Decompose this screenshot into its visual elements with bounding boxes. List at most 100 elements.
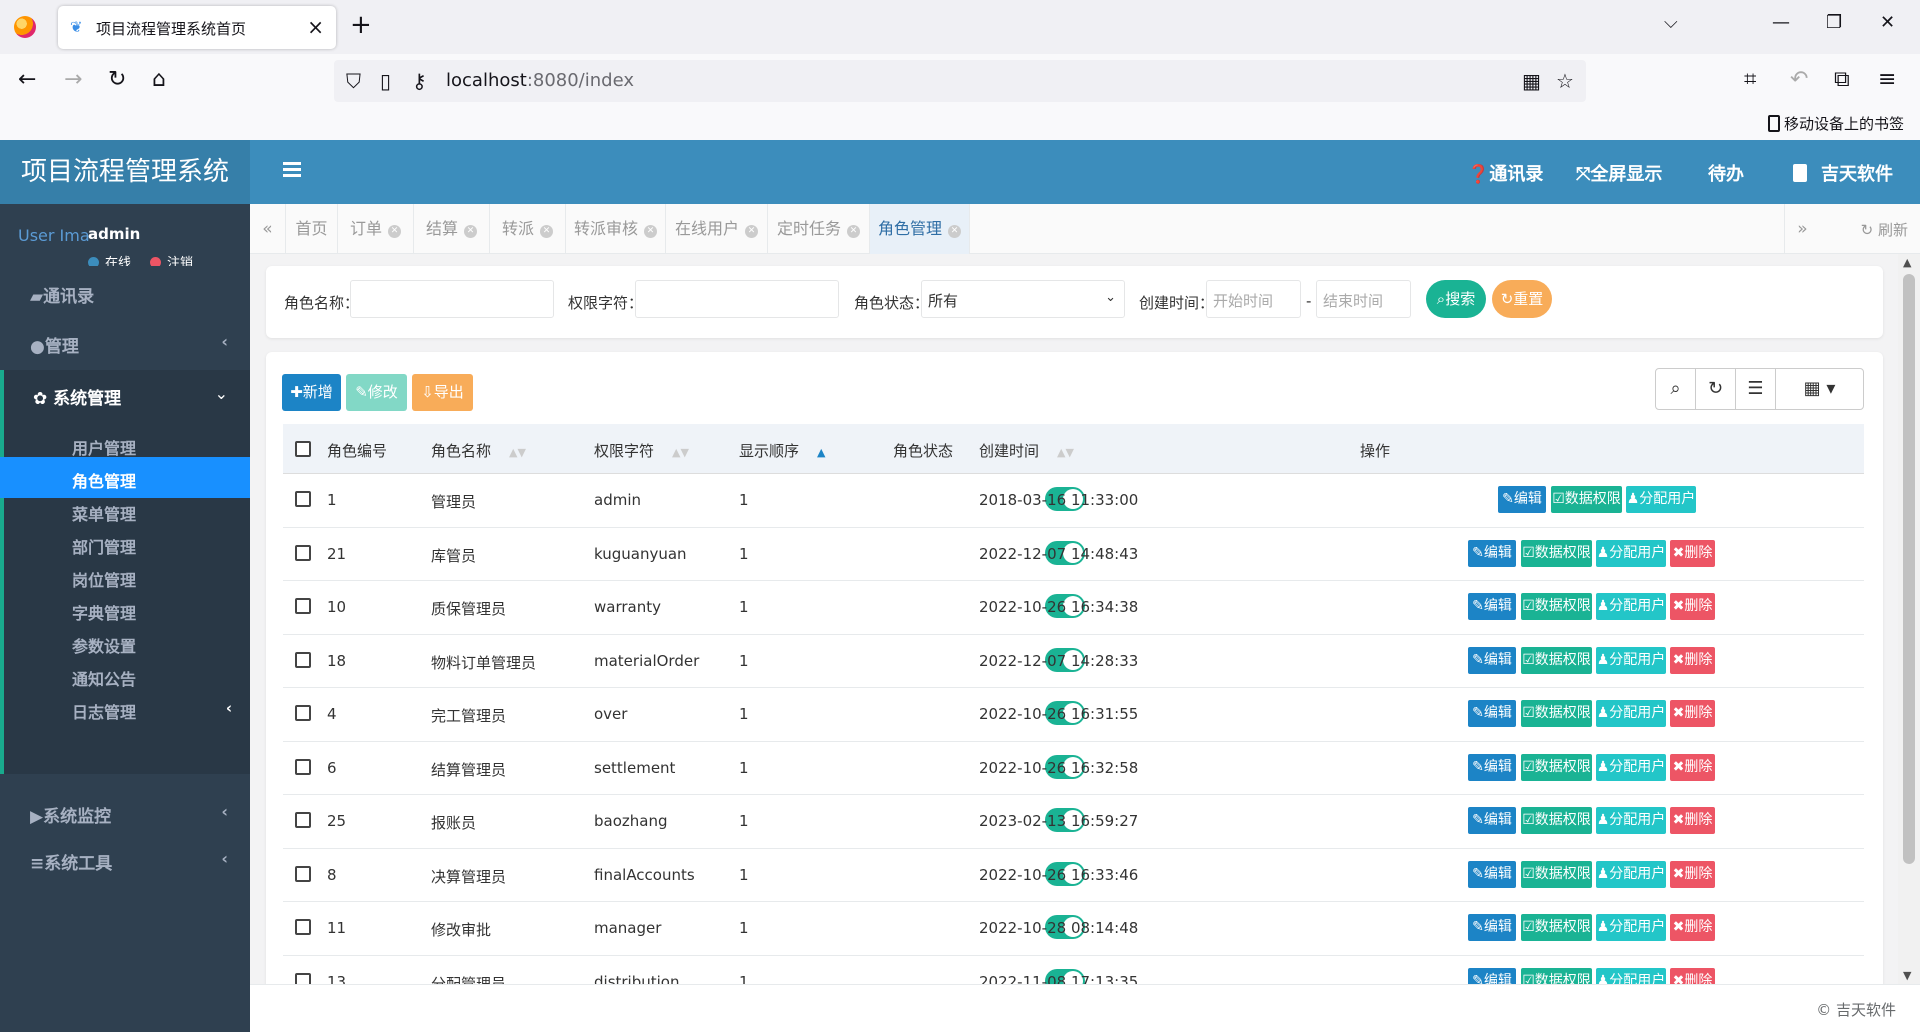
close-tab-icon[interactable]: ✕ bbox=[745, 225, 758, 238]
tab-scheduled-jobs[interactable]: 定时任务 ✕ bbox=[768, 204, 870, 254]
data-perm-button[interactable]: ☑数据权限 bbox=[1521, 914, 1592, 941]
extensions-icon[interactable]: ⧉ bbox=[1834, 67, 1850, 92]
status-select[interactable]: 所有 ⌄ bbox=[921, 280, 1125, 318]
edit-row-button[interactable]: ✎编辑 bbox=[1468, 914, 1516, 941]
toggle-view-icon[interactable]: ☰ bbox=[1736, 369, 1776, 409]
th-role-key[interactable]: 权限字符 ▲▼ bbox=[594, 440, 689, 461]
data-perm-button[interactable]: ☑数据权限 bbox=[1521, 807, 1592, 834]
tab-home[interactable]: 首页 bbox=[286, 204, 338, 254]
export-button[interactable]: ⇩导出 bbox=[412, 374, 473, 411]
browser-tab[interactable]: ❦ 项目流程管理系统首页 × bbox=[58, 6, 336, 49]
toggle-search-icon[interactable]: ⌕ bbox=[1656, 369, 1696, 409]
delete-row-button[interactable]: ✖删除 bbox=[1670, 914, 1715, 941]
sidebar-item-tools[interactable]: ≡系统工具 ‹ bbox=[0, 835, 250, 885]
new-tab-icon[interactable]: + bbox=[350, 10, 372, 40]
assign-users-button[interactable]: ♟分配用户 bbox=[1626, 486, 1696, 513]
tabs-scroll-left-icon[interactable]: « bbox=[250, 204, 286, 254]
end-date-input[interactable]: 结束时间 bbox=[1316, 280, 1411, 318]
app-title[interactable]: 项目流程管理系统 bbox=[0, 140, 250, 204]
edit-button[interactable]: ✎修改 bbox=[346, 374, 407, 411]
table-row[interactable]: 18 物料订单管理员 materialOrder 1 2022-12-07 14:28:… bbox=[283, 635, 1864, 688]
close-tab-icon[interactable]: ✕ bbox=[464, 225, 477, 238]
restore-icon[interactable]: ❐ bbox=[1826, 12, 1842, 33]
close-tab-icon[interactable]: × bbox=[307, 15, 324, 39]
close-tab-icon[interactable]: ✕ bbox=[644, 225, 657, 238]
forward-icon[interactable]: → bbox=[64, 67, 82, 92]
table-row[interactable]: 25 报账员 baozhang 1 2023-02-13 16:59:27 ✎编辑 ☑数据权… bbox=[283, 795, 1864, 849]
assign-users-button[interactable]: ♟分配用户 bbox=[1596, 700, 1666, 727]
assign-users-button[interactable]: ♟分配用户 bbox=[1596, 807, 1666, 834]
scrollbar-thumb[interactable] bbox=[1903, 274, 1915, 864]
delete-row-button[interactable]: ✖删除 bbox=[1670, 539, 1715, 567]
close-tab-icon[interactable]: ✕ bbox=[388, 225, 401, 238]
data-perm-button[interactable]: ☑数据权限 bbox=[1521, 700, 1592, 727]
row-checkbox[interactable] bbox=[295, 865, 311, 882]
edit-row-button[interactable]: ✎编辑 bbox=[1468, 700, 1516, 727]
reset-button[interactable]: ↻重置 bbox=[1492, 280, 1552, 318]
edit-row-button[interactable]: ✎编辑 bbox=[1468, 807, 1516, 834]
tab-transfer-review[interactable]: 转派审核 ✕ bbox=[566, 204, 666, 254]
refresh-table-icon[interactable]: ↻ bbox=[1696, 369, 1736, 409]
delete-row-button[interactable]: ✖删除 bbox=[1670, 860, 1715, 888]
header-contacts-link[interactable]: ❓通讯录 bbox=[1467, 160, 1543, 186]
reload-icon[interactable]: ↻ bbox=[108, 67, 126, 92]
th-role-id[interactable]: 角色编号 bbox=[327, 440, 387, 461]
header-user-link[interactable]: 吉天软件 bbox=[1793, 160, 1893, 186]
header-todo-link[interactable]: 待办 bbox=[1708, 160, 1744, 186]
tab-orders[interactable]: 订单 ✕ bbox=[338, 204, 414, 254]
mobile-bookmarks[interactable]: 移动设备上的书签 bbox=[1767, 113, 1904, 134]
close-window-icon[interactable]: ✕ bbox=[1880, 12, 1895, 33]
delete-row-button[interactable]: ✖删除 bbox=[1670, 753, 1715, 781]
sidebar-item-system[interactable]: ✿ 系统管理 bbox=[33, 384, 121, 409]
row-checkbox[interactable] bbox=[295, 544, 311, 561]
url-bar[interactable]: ⛉ ▯ ⚷ localhost:8080/index ▦ ☆ bbox=[334, 60, 1586, 102]
assign-users-button[interactable]: ♟分配用户 bbox=[1596, 967, 1666, 984]
columns-icon[interactable]: ▦ ▾ bbox=[1776, 369, 1863, 409]
edit-row-button[interactable]: ✎编辑 bbox=[1468, 753, 1516, 781]
edit-row-button[interactable]: ✎编辑 bbox=[1468, 646, 1516, 674]
table-row[interactable]: 1 管理员 admin 1 2018-03-16 11:33:00 ✎编辑 ☑数据权限 ♟分配… bbox=[283, 474, 1864, 528]
table-row[interactable]: 13 分配管理员 distribution 1 2022-11-08 17:13:35 ✎… bbox=[283, 956, 1864, 984]
table-row[interactable]: 11 修改审批 manager 1 2022-10-28 08:14:48 ✎编辑 ☑数据权… bbox=[283, 902, 1864, 956]
home-icon[interactable]: ⌂ bbox=[152, 67, 166, 92]
assign-users-button[interactable]: ♟分配用户 bbox=[1596, 860, 1666, 888]
start-date-input[interactable]: 开始时间 bbox=[1206, 280, 1301, 318]
edit-row-button[interactable]: ✎编辑 bbox=[1468, 539, 1516, 567]
table-row[interactable]: 4 完工管理员 over 1 2022-10-26 16:31:55 ✎编辑 ☑数据权限 ♟分… bbox=[283, 688, 1864, 742]
table-row[interactable]: 8 决算管理员 finalAccounts 1 2022-10-26 16:33:46 ✎… bbox=[283, 849, 1864, 902]
th-created[interactable]: 创建时间 ▲▼ bbox=[979, 440, 1074, 461]
assign-users-button[interactable]: ♟分配用户 bbox=[1596, 646, 1666, 674]
row-checkbox[interactable] bbox=[295, 651, 311, 668]
data-perm-button[interactable]: ☑数据权限 bbox=[1521, 753, 1592, 781]
tab-online-users[interactable]: 在线用户 ✕ bbox=[666, 204, 768, 254]
tab-settlement[interactable]: 结算 ✕ bbox=[414, 204, 490, 254]
row-checkbox[interactable] bbox=[295, 598, 311, 614]
table-row[interactable]: 21 库管员 kuguanyuan 1 2022-12-07 14:48:43 ✎编辑 ☑数… bbox=[283, 528, 1864, 581]
scroll-up-icon[interactable]: ▲ bbox=[1903, 256, 1911, 269]
delete-row-button[interactable]: ✖删除 bbox=[1670, 807, 1715, 834]
tab-transfer[interactable]: 转派 ✕ bbox=[490, 204, 566, 254]
search-button[interactable]: ⌕搜索 bbox=[1426, 280, 1486, 318]
row-checkbox[interactable] bbox=[295, 812, 311, 828]
data-perm-button[interactable]: ☑数据权限 bbox=[1521, 646, 1592, 674]
select-all-checkbox[interactable] bbox=[295, 441, 311, 457]
bookmark-star-icon[interactable]: ☆ bbox=[1556, 69, 1574, 93]
row-checkbox[interactable] bbox=[295, 758, 311, 775]
delete-row-button[interactable]: ✖删除 bbox=[1670, 646, 1715, 674]
sidebar-item-contacts[interactable]: ▰通讯录 bbox=[0, 268, 250, 318]
edit-row-button[interactable]: ✎编辑 bbox=[1468, 593, 1516, 620]
th-order[interactable]: 显示顺序 ▲ bbox=[739, 440, 825, 461]
tab-role-management[interactable]: 角色管理 ✕ bbox=[870, 204, 970, 254]
url-text[interactable]: localhost:8080/index bbox=[446, 70, 634, 91]
assign-users-button[interactable]: ♟分配用户 bbox=[1596, 593, 1666, 620]
header-fullscreen-link[interactable]: ⤧全屏显示 bbox=[1576, 160, 1662, 186]
shield-icon[interactable]: ⛉ bbox=[346, 69, 361, 93]
data-perm-button[interactable]: ☑数据权限 bbox=[1521, 860, 1592, 888]
delete-row-button[interactable]: ✖删除 bbox=[1670, 967, 1715, 984]
qr-code-icon[interactable]: ▦ bbox=[1522, 69, 1541, 93]
row-checkbox[interactable] bbox=[295, 919, 311, 935]
sidebar-item-manage[interactable]: ●管理 ‹ bbox=[0, 318, 250, 368]
assign-users-button[interactable]: ♟分配用户 bbox=[1596, 539, 1666, 567]
sidebar-toggle-icon[interactable] bbox=[283, 162, 301, 178]
add-button[interactable]: ✚新增 bbox=[282, 374, 341, 411]
